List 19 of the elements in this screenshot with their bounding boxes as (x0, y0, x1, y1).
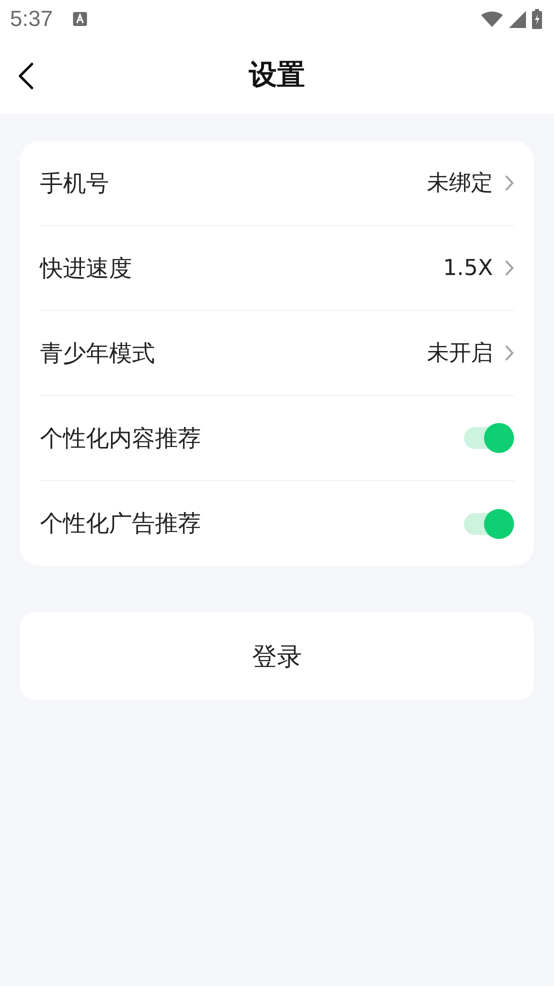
chevron-right-icon[interactable] (505, 175, 514, 191)
chevron-right-icon[interactable] (505, 260, 514, 276)
setting-label: 个性化内容推荐 (40, 424, 202, 454)
page-title: 设置 (249, 57, 305, 93)
setting-value: 1.5X (442, 256, 493, 280)
setting-label: 手机号 (40, 170, 110, 198)
status-time: 5:37 (10, 6, 53, 32)
setting-value: 未开启 (427, 340, 493, 368)
signal-icon (509, 10, 526, 28)
setting-label: 个性化广告推荐 (40, 510, 202, 539)
setting-label: 快进速度 (40, 254, 133, 284)
chevron-right-icon[interactable] (505, 345, 514, 361)
wifi-icon (481, 11, 503, 27)
setting-label: 青少年模式 (40, 340, 156, 368)
login-button[interactable]: 登录 (20, 612, 534, 700)
battery-icon (532, 9, 542, 29)
back-icon[interactable] (18, 62, 34, 90)
notification-icon (72, 12, 87, 26)
setting-value: 未绑定 (427, 170, 493, 198)
